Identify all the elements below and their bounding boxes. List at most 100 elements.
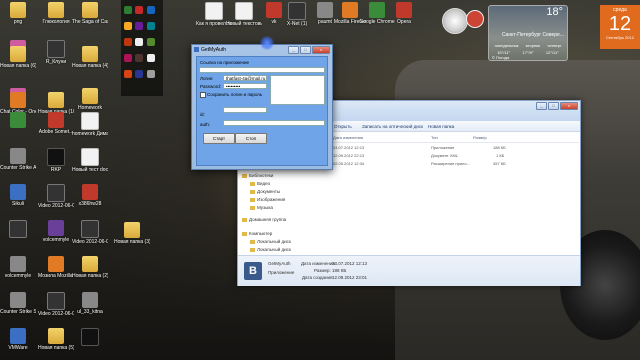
desktop-icon[interactable]: homework Дима [72,112,108,137]
desktop-icon[interactable]: Counter Strike Source [0,292,36,315]
desktop-icon[interactable]: R_Клуни [38,40,74,65]
nav-local-disk[interactable]: Локальный диск [250,239,291,244]
firefox-icon [342,2,358,18]
desktop-icon-label: The Saga of Castle II [72,19,108,25]
desktop-icon-label: volcemmyle [4,273,32,279]
cmd-open-button[interactable]: Открыть [334,124,352,129]
desktop-icon[interactable]: x386hw28 [72,184,108,207]
desktop-icon[interactable]: Новая папка (2) [72,256,108,279]
desktop-icon[interactable] [0,220,36,239]
desktop-icon-label: ul_33_kitna [77,309,103,315]
password-label: Password: [200,84,222,89]
login-input[interactable]: thatfast-4a@mail.ru [223,75,267,81]
nav-documents[interactable]: Документы [250,189,280,194]
nav-label: Компьютер [249,231,273,236]
start-button[interactable]: Старт [203,133,235,144]
file-row[interactable]: 02.05.2012 12:34 Расширение прило... 457… [333,160,579,168]
desktop-icon-label: Counter Strike Alfa 1.6 [0,165,36,171]
app-icon [10,148,26,164]
cmd-burn-button[interactable]: Записать на оптический диск [362,124,423,129]
nav-computer[interactable]: Компьютер [242,231,272,236]
desktop-icon[interactable]: volcemmyle [0,256,36,279]
app-link-field[interactable] [199,67,325,73]
gadget-icon[interactable] [466,10,484,28]
desktop-icon-label: homework Дима [72,131,108,137]
nav-local-disk[interactable]: Локальный диск [250,247,291,252]
calendar-gadget[interactable]: среда 12 Сентябрь 2012 [600,5,640,49]
app-icon [288,2,306,20]
password-input[interactable]: ••••••••• [223,83,267,89]
dialog-body: Ссылка на приложение Логин: thatfast-4a@… [196,56,328,166]
login-label: Логин: [200,76,214,81]
desktop-icon[interactable]: Глюкология [38,2,74,25]
app-icon [9,220,27,238]
weather-gadget[interactable]: 18° Санкт-Петербург Севере... понедельни… [488,5,568,61]
explorer-minimize-button[interactable]: _ [536,102,547,110]
folder-icon [48,328,64,344]
desktop-icon[interactable]: Opera [386,2,422,25]
file-type: Расширение прило... [431,161,470,166]
desktop-icon-label: VMWare [8,345,28,351]
details-pane: B GetMyAuth Приложение Дата изменения: 2… [238,255,580,286]
auth-field[interactable] [223,120,325,126]
desktop-icon[interactable]: Counter Strike Alfa 1.6 [0,148,36,171]
doc-icon [81,148,99,166]
desktop-icon[interactable]: Video 2012-06-06 [38,184,74,209]
file-type: Документ XML [431,153,459,158]
details-created-label: Дата создания: [302,275,334,280]
col-type-header[interactable]: Тип [431,135,438,140]
desktop-icon[interactable]: png [0,2,36,25]
opera-icon [396,2,412,18]
nav-libraries[interactable]: Библиотеки [242,173,273,178]
desktop-icon[interactable]: Video 2012-06-06 [72,220,108,245]
explorer-maximize-button[interactable]: □ [548,102,559,110]
cmd-new-folder-button[interactable]: Новая папка [428,124,454,129]
remember-checkbox[interactable] [200,92,206,98]
nav-pictures[interactable]: Изображения [250,197,285,202]
details-modified-label: Дата изменения: [301,261,337,266]
nav-music[interactable]: Музыка [250,205,273,210]
getmyauth-dialog[interactable]: GetMyAuth _ □ x Ссылка на приложение Лог… [191,44,333,170]
col-date-header[interactable]: Дата изменения [333,135,363,140]
desktop-icon[interactable]: Sikuli [0,184,36,207]
file-size: 1 КБ [496,153,505,158]
desktop-icon[interactable]: Новая папка (4) [72,46,108,69]
desktop-icon[interactable]: The Saga of Castle II [72,2,108,25]
id-field[interactable] [223,107,267,113]
desktop-icon[interactable]: Новый тест doc [72,148,108,173]
desktop-icon[interactable]: Homework [72,88,108,111]
desktop-icon[interactable]: Новая папка (5) [38,328,74,351]
dialog-minimize-button[interactable]: _ [288,46,299,54]
nav-video[interactable]: Видео [250,181,270,186]
desktop-icon-label: Глюкология [42,19,70,25]
file-row[interactable]: 24.07.2012 12:13 Приложение 188 КБ [333,144,579,152]
desktop-icon[interactable]: Новая папка (6) [0,46,36,69]
desktop-icon[interactable]: Мозила Mozilla Ma... [38,256,74,279]
file-type: Приложение [431,145,455,150]
video-icon [81,220,99,238]
col-size-header[interactable]: Размер [473,135,487,140]
desktop-icon[interactable]: RKP [38,148,74,173]
desktop-icon[interactable] [0,112,36,129]
stop-button[interactable]: Стоп [235,133,267,144]
nav-homegroup[interactable]: Домашняя группа [242,217,286,222]
file-row[interactable]: 12.09.2012 22:13 Документ XML 1 КБ [333,152,579,160]
dialog-close-button[interactable]: x [312,46,330,54]
explorer-close-button[interactable]: x [560,102,578,110]
desktop-icon-label: Video 2012-06-06 [72,239,108,245]
desktop-icon[interactable]: Video 2012-06-06 [38,292,74,317]
details-kind: Приложение [268,270,295,275]
desktop-icon[interactable]: ul_33_kitna [72,292,108,315]
dialog-maximize-button[interactable]: □ [300,46,311,54]
details-modified: 24.07.2012 12:13 [332,261,368,266]
weather-city: Санкт-Петербург Севере... [501,32,564,38]
homegroup-icon [242,217,247,222]
clock-gadget[interactable] [442,8,468,34]
desktop-icon[interactable]: VMWare [0,328,36,351]
desktop-icon[interactable] [72,328,108,347]
app-icon [48,112,64,128]
desktop-icon[interactable]: volcemmyle [38,220,74,243]
desktop-icon-label: Новая папка (5) [38,345,74,351]
desktop-icon[interactable]: Adobe Somet... [38,112,74,135]
desktop-icon[interactable]: Новая папка (3) [114,222,150,245]
